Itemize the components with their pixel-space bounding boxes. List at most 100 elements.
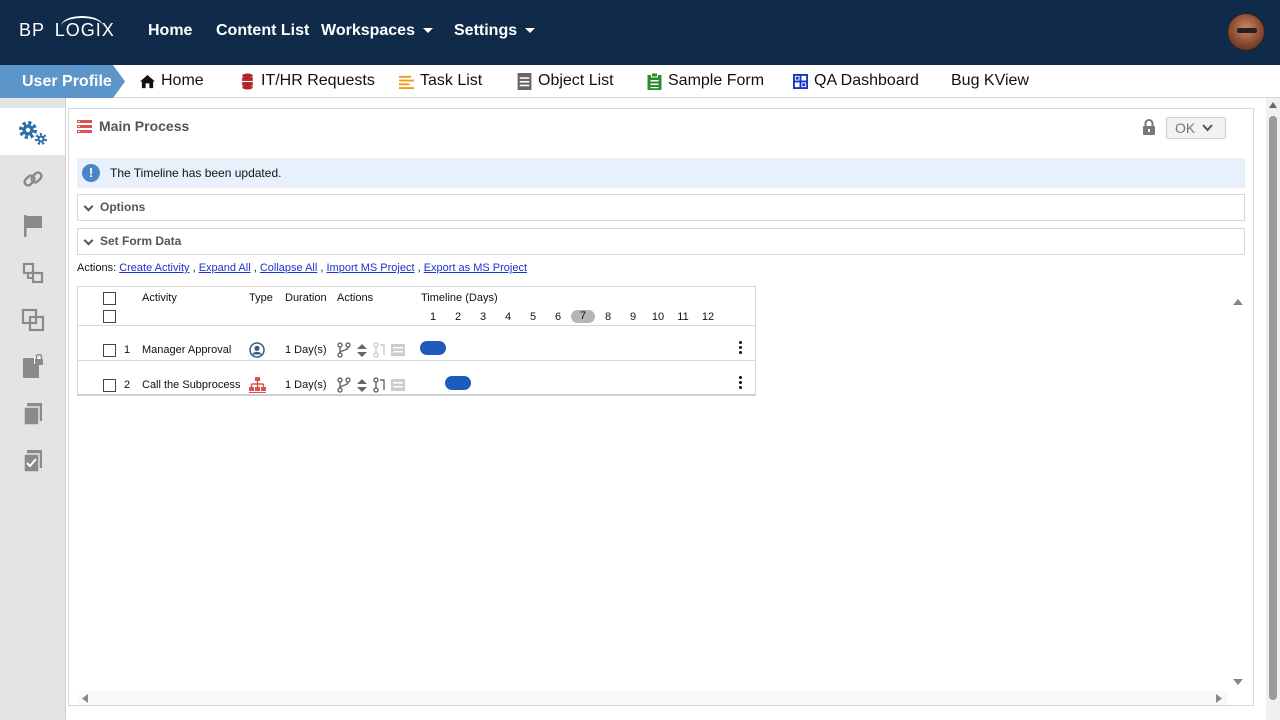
row-divider bbox=[78, 325, 755, 326]
secnav-object-list[interactable]: Object List bbox=[517, 72, 614, 90]
nav-workspaces-label: Workspaces bbox=[321, 22, 415, 39]
nav-workspaces[interactable]: Workspaces bbox=[321, 22, 433, 40]
info-message-text: The Timeline has been updated. bbox=[110, 166, 282, 180]
connector-icon[interactable] bbox=[373, 377, 387, 393]
link-icon bbox=[22, 170, 43, 187]
expand-all-link[interactable]: Expand All bbox=[199, 262, 251, 274]
column-actions: Actions bbox=[337, 292, 374, 304]
section-set-form-data-label: Set Form Data bbox=[100, 234, 182, 248]
secnav-bug-kview[interactable]: Bug KView bbox=[951, 72, 1029, 90]
sort-icon[interactable] bbox=[357, 344, 367, 358]
user-avatar[interactable] bbox=[1227, 13, 1265, 51]
timeline-day: 11 bbox=[677, 311, 689, 323]
column-type: Type bbox=[249, 292, 273, 304]
horizontal-scrollbar[interactable] bbox=[79, 691, 1227, 705]
row-checkbox[interactable] bbox=[103, 344, 116, 357]
timeline-day: 12 bbox=[701, 311, 715, 323]
actions-label: Actions: bbox=[77, 262, 117, 274]
sidebar-item-settings[interactable] bbox=[0, 108, 65, 155]
activity-duration: 1 Day(s) bbox=[285, 344, 327, 356]
more-options-icon[interactable] bbox=[739, 376, 742, 391]
scrollbar-thumb[interactable] bbox=[1269, 116, 1277, 700]
sidebar-item-documents[interactable] bbox=[0, 390, 65, 437]
bp-logix-logo[interactable]: BP LOGIX bbox=[19, 16, 115, 41]
secnav-task-list-label: Task List bbox=[420, 72, 483, 89]
workflow-icon bbox=[22, 262, 43, 283]
nav-home-label: Home bbox=[148, 22, 193, 39]
ok-button[interactable]: OK bbox=[1166, 117, 1226, 139]
timeline-day: 8 bbox=[604, 311, 612, 323]
user-profile-tab[interactable]: User Profile bbox=[0, 65, 125, 98]
clone-icon bbox=[21, 308, 44, 331]
scroll-left-arrow[interactable] bbox=[82, 694, 88, 703]
timeline-grid: Activity Type Duration Actions Timeline … bbox=[77, 286, 756, 396]
checked-file-icon bbox=[22, 449, 42, 473]
scroll-right-arrow[interactable] bbox=[1216, 694, 1222, 703]
sidebar-item-checklist[interactable] bbox=[0, 437, 65, 484]
clipboard-icon bbox=[647, 72, 662, 90]
activity-name[interactable]: Manager Approval bbox=[142, 344, 231, 356]
scroll-up-arrow[interactable] bbox=[1269, 102, 1277, 108]
form-icon bbox=[391, 379, 405, 391]
sidebar-item-security[interactable] bbox=[0, 343, 65, 390]
timeline-bar[interactable] bbox=[420, 341, 446, 355]
timeline-day: 6 bbox=[554, 311, 562, 323]
select-all-checkbox[interactable] bbox=[103, 292, 116, 305]
timeline-day: 3 bbox=[479, 311, 487, 323]
row-number: 1 bbox=[124, 344, 131, 356]
list-icon bbox=[399, 75, 414, 89]
timeline-day: 10 bbox=[651, 311, 665, 323]
sort-icon[interactable] bbox=[357, 379, 367, 393]
column-duration: Duration bbox=[285, 292, 327, 304]
panel-title-text: Main Process bbox=[99, 118, 190, 134]
secnav-home[interactable]: Home bbox=[140, 72, 204, 90]
scroll-down-arrow[interactable] bbox=[1233, 679, 1243, 685]
secnav-qa-dashboard-label: QA Dashboard bbox=[814, 72, 919, 89]
timeline-day: 9 bbox=[629, 311, 637, 323]
sidebar-item-workflow[interactable] bbox=[0, 249, 65, 296]
branch-icon[interactable] bbox=[337, 342, 351, 358]
secnav-qa-dashboard[interactable]: QA Dashboard bbox=[793, 72, 919, 90]
row-checkbox[interactable] bbox=[103, 379, 116, 392]
select-visible-checkbox[interactable] bbox=[103, 310, 116, 323]
secnav-sample-form[interactable]: Sample Form bbox=[647, 72, 764, 90]
secnav-it-hr-requests-label: IT/HR Requests bbox=[261, 72, 375, 89]
secnav-object-list-label: Object List bbox=[538, 72, 614, 89]
scroll-up-arrow[interactable] bbox=[1233, 299, 1243, 305]
activity-name[interactable]: Call the Subprocess bbox=[142, 379, 240, 391]
row-divider bbox=[78, 360, 755, 361]
nav-settings[interactable]: Settings bbox=[454, 22, 536, 40]
form-icon bbox=[391, 344, 405, 356]
nav-home[interactable]: Home bbox=[148, 22, 192, 40]
nav-settings-label: Settings bbox=[454, 22, 518, 39]
secnav-home-label: Home bbox=[161, 72, 204, 89]
panel-title: Main Process bbox=[77, 118, 189, 134]
sidebar-item-milestones[interactable] bbox=[0, 202, 65, 249]
timeline-day: 1 bbox=[429, 311, 437, 323]
page-scrollbar[interactable] bbox=[1266, 98, 1280, 720]
sidebar-item-clone[interactable] bbox=[0, 296, 65, 343]
secnav-it-hr-requests[interactable]: IT/HR Requests bbox=[240, 72, 375, 90]
secondary-nav: User Profile Home IT/HR Requests Task Li… bbox=[0, 65, 1280, 98]
nav-content-list-label: Content List bbox=[216, 22, 310, 39]
export-ms-project-link[interactable]: Export as MS Project bbox=[424, 262, 527, 274]
import-ms-project-link[interactable]: Import MS Project bbox=[327, 262, 415, 274]
create-activity-link[interactable]: Create Activity bbox=[119, 262, 189, 274]
nav-content-list[interactable]: Content List bbox=[216, 22, 309, 40]
section-set-form-data[interactable]: Set Form Data bbox=[77, 228, 1245, 255]
branch-icon[interactable] bbox=[337, 377, 351, 393]
caret-down-icon bbox=[525, 28, 536, 34]
document-icon bbox=[517, 72, 532, 90]
activity-duration: 1 Day(s) bbox=[285, 379, 327, 391]
sidebar-item-links[interactable] bbox=[0, 155, 65, 202]
section-options[interactable]: Options bbox=[77, 194, 1245, 221]
database-icon bbox=[242, 73, 253, 89]
collapse-all-link[interactable]: Collapse All bbox=[260, 262, 317, 274]
dashboard-icon bbox=[793, 73, 808, 89]
timeline-bar[interactable] bbox=[445, 376, 471, 390]
secnav-task-list[interactable]: Task List bbox=[399, 72, 482, 90]
left-sidebar bbox=[0, 98, 66, 720]
more-options-icon[interactable] bbox=[739, 341, 742, 356]
lock-icon bbox=[1143, 119, 1155, 135]
timeline-day: 5 bbox=[529, 311, 537, 323]
